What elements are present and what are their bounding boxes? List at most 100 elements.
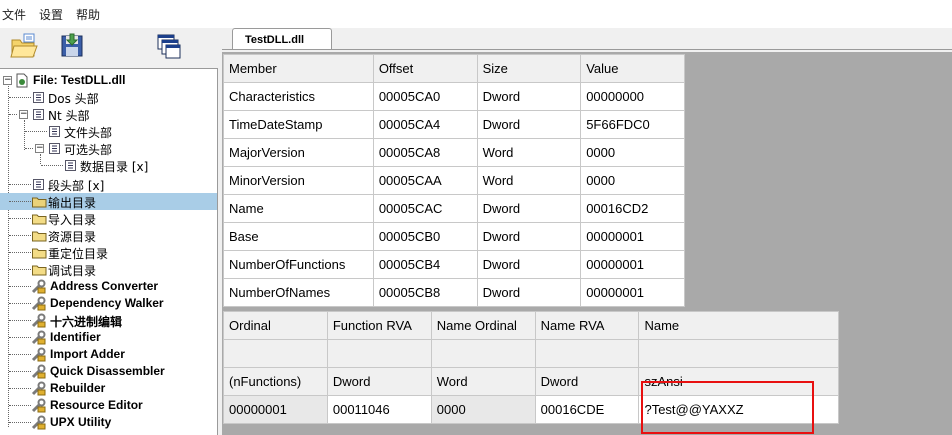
tree-connector [9, 337, 31, 338]
offset-cell[interactable]: 00005CAC [372, 194, 478, 223]
menu-file[interactable]: 文件 [2, 6, 26, 23]
collapse-icon[interactable]: − [19, 110, 28, 119]
offset-cell[interactable]: 00005CB8 [372, 278, 478, 307]
tree-item-file-header[interactable]: 文件头部 [0, 123, 217, 140]
tree-tool-address-converter[interactable]: Address Converter [0, 278, 217, 295]
tree-item-dos-header[interactable]: Dos 头部 [0, 89, 217, 106]
tree-connector [9, 97, 31, 98]
value-cell[interactable]: 00016CD2 [580, 194, 685, 223]
member-cell[interactable]: NumberOfFunctions [223, 250, 374, 279]
function-rva-cell[interactable]: 00011046 [326, 395, 432, 424]
table-row[interactable]: NumberOfNames 00005CB8 Dword 00000001 [223, 278, 685, 307]
table-row[interactable]: Base 00005CB0 Dword 00000001 [223, 222, 685, 251]
table-row[interactable]: Characteristics 00005CA0 Dword 00000000 [223, 82, 685, 111]
column-header[interactable]: Offset [372, 54, 478, 83]
value-cell[interactable]: 00000001 [580, 250, 685, 279]
explorer-tree: − File: TestDLL.dll Dos 头部 − Nt 头部 文件头部 … [0, 68, 218, 435]
tool-icon [31, 296, 46, 311]
offset-cell[interactable]: 00005CA0 [372, 82, 478, 111]
member-cell[interactable]: MinorVersion [223, 166, 374, 195]
menu-settings[interactable]: 设置 [39, 6, 63, 23]
table-row[interactable]: MajorVersion 00005CA8 Word 0000 [223, 138, 685, 167]
tree-item-nt-header[interactable]: − Nt 头部 [0, 106, 217, 123]
size-cell[interactable]: Dword [476, 82, 582, 111]
blank-cell [638, 339, 839, 368]
menu-bar: 文件 设置 帮助 [0, 0, 952, 28]
menu-help[interactable]: 帮助 [76, 6, 100, 23]
ordinal-cell[interactable]: 00000001 [223, 395, 328, 424]
tree-tool-upx-utility[interactable]: UPX Utility [0, 414, 217, 431]
member-cell[interactable]: MajorVersion [223, 138, 374, 167]
column-header[interactable]: Ordinal [223, 311, 328, 340]
column-header[interactable]: Name RVA [534, 311, 640, 340]
tree-item-debug-directory[interactable]: 调试目录 [0, 261, 217, 278]
member-cell[interactable]: Name [223, 194, 374, 223]
size-cell[interactable]: Dword [476, 222, 582, 251]
open-file-icon [10, 33, 38, 58]
value-cell[interactable]: 5F66FDC0 [580, 110, 685, 139]
tree-tool-rebuilder[interactable]: Rebuilder [0, 380, 217, 397]
list-icon [65, 160, 76, 171]
size-cell[interactable]: Dword [476, 110, 582, 139]
tree-item-export-directory[interactable]: 输出目录 [0, 193, 217, 210]
tree-tool-dependency-walker[interactable]: Dependency Walker [0, 295, 217, 312]
tree-tool-resource-editor[interactable]: Resource Editor [0, 397, 217, 414]
tree-tool-identifier[interactable]: Identifier [0, 329, 217, 346]
tree-tool-import-adder[interactable]: Import Adder [0, 346, 217, 363]
name-ordinal-cell[interactable]: 0000 [430, 395, 536, 424]
list-icon [49, 126, 60, 137]
member-cell[interactable]: NumberOfNames [223, 278, 374, 307]
column-header[interactable]: Value [580, 54, 685, 83]
windows-button[interactable] [152, 30, 186, 64]
value-cell[interactable]: 00000000 [580, 82, 685, 111]
tree-tool-quick-disassembler[interactable]: Quick Disassembler [0, 363, 217, 380]
name-rva-cell[interactable]: 00016CDE [534, 395, 640, 424]
table-row[interactable]: MinorVersion 00005CAA Word 0000 [223, 166, 685, 195]
tree-item-relocation-directory[interactable]: 重定位目录 [0, 244, 217, 261]
size-cell[interactable]: Word [476, 166, 582, 195]
offset-cell[interactable]: 00005CB0 [372, 222, 478, 251]
offset-cell[interactable]: 00005CA4 [372, 110, 478, 139]
value-cell[interactable]: 0000 [580, 166, 685, 195]
tree-root-file[interactable]: − File: TestDLL.dll [0, 72, 217, 89]
tab-divider [222, 49, 952, 50]
column-header[interactable]: Name [638, 311, 839, 340]
collapse-icon[interactable]: − [3, 76, 12, 85]
tree-item-resource-directory[interactable]: 资源目录 [0, 227, 217, 244]
open-file-button[interactable] [8, 30, 42, 64]
collapse-icon[interactable]: − [35, 144, 44, 153]
member-cell[interactable]: TimeDateStamp [223, 110, 374, 139]
member-cell[interactable]: Base [223, 222, 374, 251]
column-header[interactable]: Member [223, 54, 374, 83]
table-row[interactable]: Name 00005CAC Dword 00016CD2 [223, 194, 685, 223]
table-row[interactable]: TimeDateStamp 00005CA4 Dword 5F66FDC0 [223, 110, 685, 139]
column-header[interactable]: Name Ordinal [430, 311, 536, 340]
offset-cell[interactable]: 00005CAA [372, 166, 478, 195]
value-cell[interactable]: 00000001 [580, 222, 685, 251]
save-file-button[interactable] [56, 30, 90, 64]
member-cell[interactable]: Characteristics [223, 82, 374, 111]
size-cell[interactable]: Dword [476, 278, 582, 307]
tree-tool-hex-editor[interactable]: 十六进制编辑 [0, 312, 217, 329]
tree-connector [41, 165, 63, 166]
size-cell[interactable]: Dword [476, 194, 582, 223]
tree-connector [9, 422, 31, 423]
tree-connector [9, 184, 31, 185]
offset-cell[interactable]: 00005CB4 [372, 250, 478, 279]
offset-cell[interactable]: 00005CA8 [372, 138, 478, 167]
table-row[interactable]: NumberOfFunctions 00005CB4 Dword 0000000… [223, 250, 685, 279]
tab-testdll[interactable]: TestDLL.dll [232, 28, 332, 50]
value-cell[interactable]: 0000 [580, 138, 685, 167]
tool-icon [31, 347, 46, 362]
value-cell[interactable]: 00000001 [580, 278, 685, 307]
tree-item-section-headers[interactable]: 段头部 [x] [0, 176, 217, 193]
size-cell[interactable]: Dword [476, 250, 582, 279]
column-header[interactable]: Function RVA [326, 311, 432, 340]
tree-item-import-directory[interactable]: 导入目录 [0, 210, 217, 227]
table-header-row: Member Offset Size Value [223, 54, 685, 83]
size-cell[interactable]: Word [476, 138, 582, 167]
tool-icon [31, 313, 46, 328]
column-header[interactable]: Size [476, 54, 582, 83]
tree-item-optional-header[interactable]: − 可选头部 [0, 140, 217, 157]
tree-item-data-directories[interactable]: 数据目录 [x] [0, 157, 217, 174]
